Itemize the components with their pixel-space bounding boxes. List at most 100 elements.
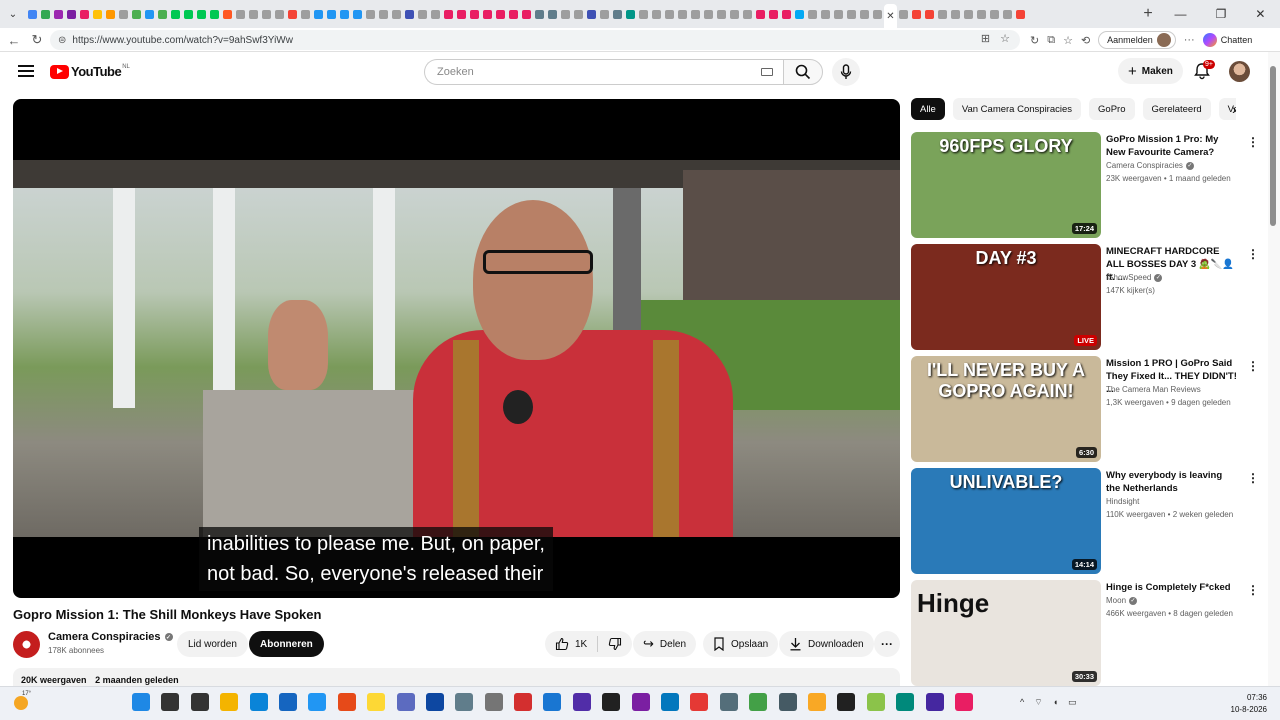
browser-tab[interactable]: [611, 5, 624, 23]
taskbar-app-icon[interactable]: [690, 693, 709, 711]
browser-tab[interactable]: [689, 5, 702, 23]
browser-tab[interactable]: [260, 5, 273, 23]
volume-icon[interactable]: ◖: [1053, 697, 1058, 708]
browser-tab[interactable]: [624, 5, 637, 23]
browser-tab[interactable]: [403, 5, 416, 23]
browser-tab[interactable]: [221, 5, 234, 23]
reload-icon[interactable]: ↻: [25, 28, 49, 52]
filter-chip[interactable]: Alle: [911, 98, 945, 120]
taskbar-app-icon[interactable]: [220, 693, 239, 711]
favorite-star-icon[interactable]: ☆: [1000, 32, 1010, 45]
recommended-video[interactable]: 960FPS GLORY 17:24 GoPro Mission 1 Pro: …: [911, 132, 1259, 238]
browser-tab[interactable]: [832, 5, 845, 23]
browser-tab[interactable]: [455, 5, 468, 23]
taskbar-app-icon[interactable]: [572, 693, 591, 711]
browser-tab[interactable]: [494, 5, 507, 23]
browser-tab[interactable]: [780, 5, 793, 23]
browser-tab[interactable]: [871, 5, 884, 23]
kebab-menu-icon[interactable]: ⋮: [1247, 135, 1259, 149]
browser-tab[interactable]: [247, 5, 260, 23]
new-tab-button[interactable]: +: [1136, 2, 1160, 26]
filter-chip[interactable]: GoPro: [1089, 98, 1135, 120]
browser-tab[interactable]: [208, 5, 221, 23]
video-thumbnail[interactable]: Hinge 30:33: [911, 580, 1101, 686]
browser-tab[interactable]: [299, 5, 312, 23]
save-button[interactable]: Opslaan: [703, 631, 779, 657]
account-avatar[interactable]: [1229, 61, 1250, 82]
tray-expand-icon[interactable]: ^: [1020, 697, 1024, 708]
favorites-icon[interactable]: ☆: [1063, 34, 1073, 47]
browser-tab[interactable]: [325, 5, 338, 23]
page-scrollbar[interactable]: [1268, 52, 1280, 686]
browser-tab[interactable]: [767, 5, 780, 23]
recommended-channel-name[interactable]: Moon: [1106, 596, 1126, 605]
video-thumbnail[interactable]: UNLIVABLE? 14:14: [911, 468, 1101, 574]
tab-list-dropdown-icon[interactable]: ⌄: [0, 0, 26, 28]
recommended-channel-name[interactable]: Camera Conspiracies: [1106, 161, 1183, 170]
browser-tab[interactable]: [104, 5, 117, 23]
taskbar-app-icon[interactable]: [631, 693, 650, 711]
subscribe-button[interactable]: Abonneren: [249, 631, 324, 657]
taskbar-app-icon[interactable]: [896, 693, 915, 711]
browser-tab[interactable]: [936, 5, 949, 23]
taskbar-app-icon[interactable]: [455, 693, 474, 711]
kebab-menu-icon[interactable]: ⋮: [1247, 359, 1259, 373]
battery-icon[interactable]: ▭: [1068, 697, 1077, 708]
video-player[interactable]: inabilities to please me. But, on paper,…: [13, 99, 900, 598]
browser-tab[interactable]: [91, 5, 104, 23]
recommended-video-title[interactable]: Hinge is Completely F*cked: [1106, 581, 1238, 594]
browser-tab[interactable]: [143, 5, 156, 23]
browser-tab[interactable]: [442, 5, 455, 23]
active-tab-close-icon[interactable]: ✕: [884, 4, 897, 28]
recommended-video-title[interactable]: Why everybody is leaving the Netherlands: [1106, 469, 1238, 495]
taskbar-app-icon[interactable]: [866, 693, 885, 711]
recommended-channel-name[interactable]: The Camera Man Reviews: [1106, 385, 1201, 394]
browser-tab[interactable]: [533, 5, 546, 23]
recommended-channel-name[interactable]: Hindsight: [1106, 497, 1139, 506]
taskbar-app-icon[interactable]: [602, 693, 621, 711]
chevron-right-icon[interactable]: ›: [1232, 101, 1237, 117]
browser-tab[interactable]: [949, 5, 962, 23]
browser-tab[interactable]: [585, 5, 598, 23]
menu-icon[interactable]: [18, 65, 34, 77]
browser-tab[interactable]: [1014, 5, 1027, 23]
taskbar-app-icon[interactable]: [719, 693, 738, 711]
browser-tab[interactable]: [546, 5, 559, 23]
browser-tab[interactable]: [78, 5, 91, 23]
taskbar-app-icon[interactable]: [484, 693, 503, 711]
browser-tab[interactable]: [507, 5, 520, 23]
taskbar-app-icon[interactable]: [514, 693, 533, 711]
browser-tab[interactable]: [962, 5, 975, 23]
browser-tab[interactable]: [390, 5, 403, 23]
recommended-video[interactable]: Hinge 30:33 Hinge is Completely F*cked M…: [911, 580, 1259, 686]
more-options-icon[interactable]: ···: [1184, 34, 1195, 46]
browser-tab[interactable]: [65, 5, 78, 23]
minimize-icon[interactable]: —: [1175, 7, 1187, 21]
kebab-menu-icon[interactable]: ⋮: [1247, 583, 1259, 597]
browser-tab[interactable]: [923, 5, 936, 23]
taskbar-app-icon[interactable]: [132, 693, 150, 711]
recommended-channel[interactable]: IShowSpeed ✓: [1106, 273, 1163, 282]
recommended-channel[interactable]: Moon ✓: [1106, 596, 1138, 605]
join-button[interactable]: Lid worden: [177, 631, 248, 657]
browser-tab[interactable]: [715, 5, 728, 23]
address-bar[interactable]: ⊜ https://www.youtube.com/watch?v=9ahSwf…: [50, 30, 1020, 50]
browser-tab[interactable]: [481, 5, 494, 23]
recommended-channel[interactable]: Camera Conspiracies ✓: [1106, 161, 1194, 170]
browser-tab[interactable]: [429, 5, 442, 23]
close-window-icon[interactable]: ✕: [1255, 7, 1265, 21]
browser-tab[interactable]: [676, 5, 689, 23]
keyboard-icon[interactable]: [761, 68, 773, 76]
browser-tab[interactable]: [520, 5, 533, 23]
browser-tab[interactable]: [273, 5, 286, 23]
taskbar-app-icon[interactable]: [396, 693, 415, 711]
filter-chip[interactable]: Gerelateerd: [1142, 98, 1211, 120]
share-button[interactable]: ↪ Delen: [633, 631, 697, 657]
browser-tab[interactable]: [468, 5, 481, 23]
like-button[interactable]: 1K: [545, 636, 599, 652]
browser-tab[interactable]: [559, 5, 572, 23]
browser-tab[interactable]: [195, 5, 208, 23]
network-icon[interactable]: ⌔: [1034, 697, 1042, 708]
browser-tab[interactable]: [572, 5, 585, 23]
recommended-channel[interactable]: Hindsight: [1106, 497, 1139, 506]
